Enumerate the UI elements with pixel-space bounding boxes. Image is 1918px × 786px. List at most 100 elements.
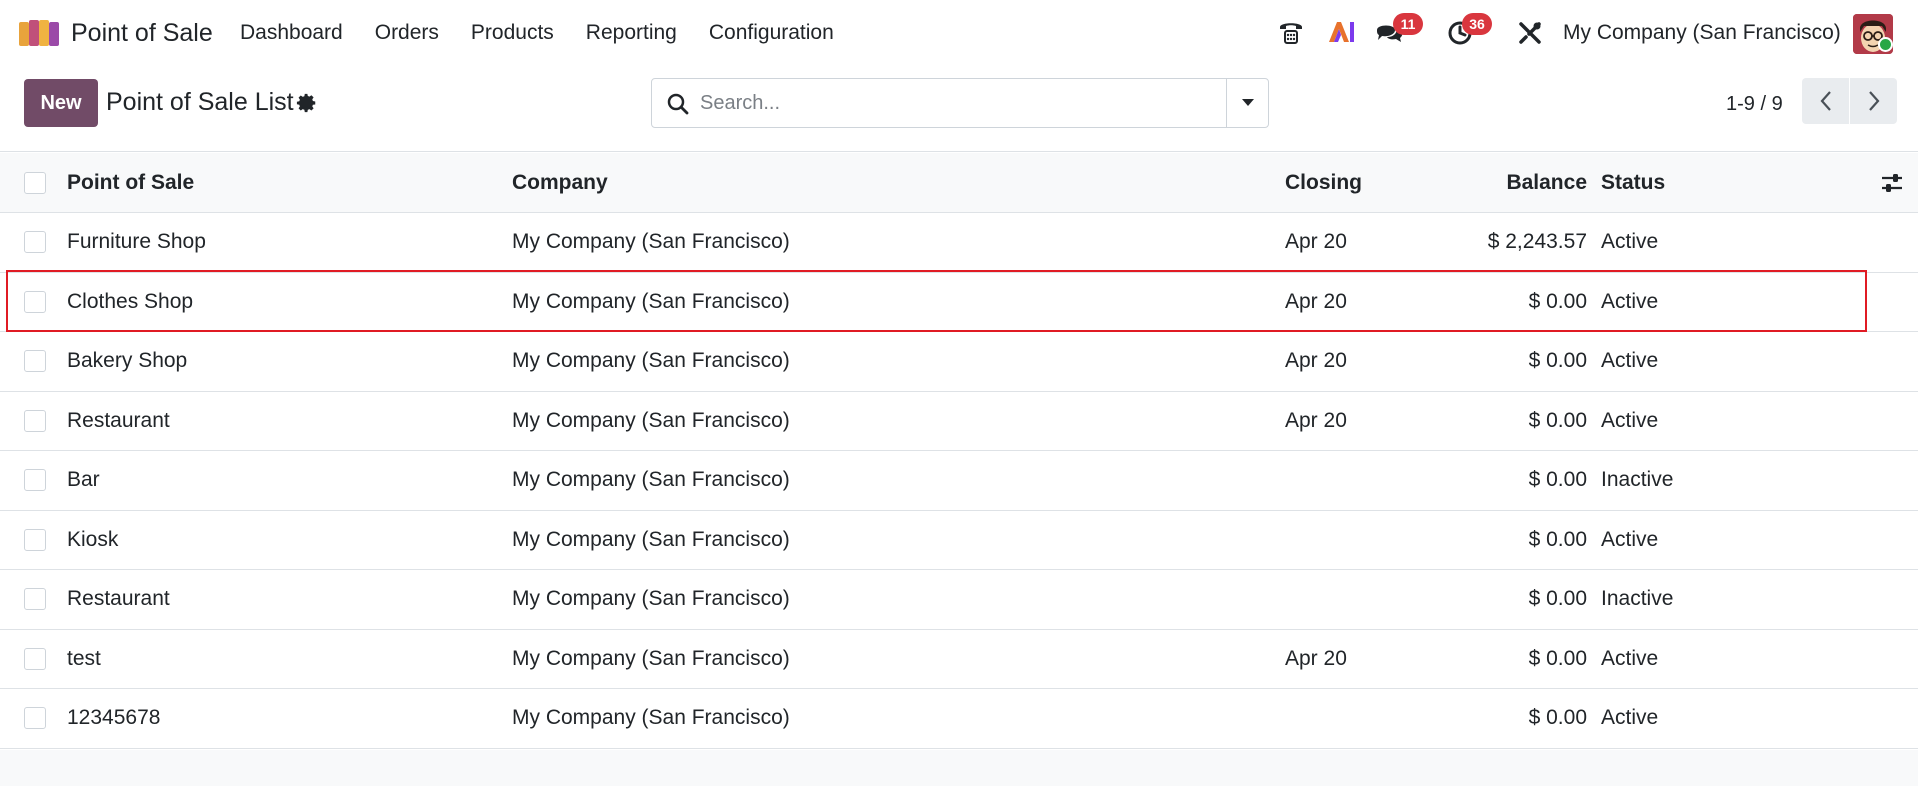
pager-previous-button[interactable] [1802,78,1849,124]
list-header: Point of Sale Company Closing Balance St… [0,153,1918,213]
activities-badge: 36 [1462,13,1492,35]
table-row[interactable]: Bar My Company (San Francisco) $ 0.00 In… [0,451,1918,511]
main-menu: Dashboard Orders Products Reporting Conf… [240,19,866,47]
pos-name: Furniture Shop [67,230,206,254]
select-all-cell [24,153,46,212]
row-checkbox[interactable] [24,647,46,670]
list-footer-area [0,750,1918,786]
row-checkbox-cell [24,689,46,748]
table-row[interactable]: Kiosk My Company (San Francisco) $ 0.00 … [0,510,1918,570]
pos-closing: Apr 20 [1285,349,1347,373]
pos-name: Restaurant [67,587,170,611]
chevron-left-icon [1820,91,1831,111]
menu-reporting[interactable]: Reporting [586,19,677,47]
row-checkbox-cell [24,332,46,391]
caret-down-icon [1242,99,1254,106]
row-checkbox-cell [24,273,46,332]
pos-status: Inactive [1601,587,1674,611]
row-checkbox[interactable] [24,588,46,611]
pos-name: Clothes Shop [67,289,194,313]
ai-icon[interactable] [1325,16,1357,48]
search-options-toggle[interactable] [1226,79,1269,127]
row-checkbox-cell [24,392,46,451]
pos-balance: $ 0.00 [1528,527,1587,551]
pos-balance: $ 0.00 [1528,706,1587,730]
column-header-closing[interactable]: Closing [1285,153,1362,212]
gear-icon[interactable] [296,92,318,114]
table-row[interactable]: Restaurant My Company (San Francisco) $ … [0,570,1918,630]
pos-status: Active [1601,706,1659,730]
row-checkbox[interactable] [24,528,46,551]
chevron-right-icon [1868,91,1879,111]
search-box [651,78,1269,128]
column-header-company[interactable]: Company [512,153,608,212]
pos-company: My Company (San Francisco) [512,468,790,492]
pos-company: My Company (San Francisco) [512,408,790,432]
pos-balance: $ 0.00 [1528,289,1587,313]
pos-company: My Company (San Francisco) [512,587,790,611]
pos-closing: Apr 20 [1285,230,1347,254]
pos-name: 12345678 [67,706,161,730]
row-checkbox-cell [24,570,46,629]
phone-icon[interactable] [1275,16,1307,48]
menu-dashboard[interactable]: Dashboard [240,19,343,47]
row-checkbox[interactable] [24,231,46,254]
row-checkbox-cell [24,630,46,689]
top-navbar: Point of Sale Dashboard Orders Products … [0,0,1918,66]
row-checkbox-cell [24,451,46,510]
column-header-status[interactable]: Status [1601,153,1665,212]
table-row[interactable]: Bakery Shop My Company (San Francisco) A… [0,332,1918,392]
pager-next-button[interactable] [1850,78,1897,124]
messages-badge: 11 [1393,13,1423,35]
table-row[interactable]: 12345678 My Company (San Francisco) $ 0.… [0,689,1918,749]
pos-balance: $ 0.00 [1528,468,1587,492]
pos-status: Active [1601,230,1659,254]
row-checkbox[interactable] [24,707,46,730]
row-checkbox[interactable] [24,350,46,373]
pos-name: test [67,646,101,670]
search-input[interactable] [700,87,1200,119]
table-row[interactable]: Restaurant My Company (San Francisco) Ap… [0,391,1918,451]
pos-app-logo-icon[interactable] [19,18,61,48]
optional-columns-icon[interactable] [1880,153,1906,212]
pos-list-table: Point of Sale Company Closing Balance St… [0,153,1918,749]
menu-configuration[interactable]: Configuration [709,19,834,47]
row-checkbox[interactable] [24,469,46,492]
menu-orders[interactable]: Orders [375,19,439,47]
pos-status: Active [1601,527,1659,551]
app-name[interactable]: Point of Sale [71,18,213,48]
pos-company: My Company (San Francisco) [512,289,790,313]
select-all-checkbox[interactable] [24,171,46,194]
table-row[interactable]: Furniture Shop My Company (San Francisco… [0,213,1918,273]
table-row[interactable]: test My Company (San Francisco) Apr 20 $… [0,629,1918,689]
page-title: Point of Sale List [106,88,294,116]
pos-company: My Company (San Francisco) [512,527,790,551]
pos-status: Inactive [1601,468,1674,492]
search-icon [667,93,689,115]
pos-balance: $ 2,243.57 [1487,230,1587,254]
column-header-point-of-sale[interactable]: Point of Sale [67,153,194,212]
debug-tools-icon[interactable] [1514,17,1546,49]
pos-closing: Apr 20 [1285,646,1347,670]
pos-name: Restaurant [67,408,170,432]
new-button[interactable]: New [24,79,98,127]
pos-company: My Company (San Francisco) [512,646,790,670]
pos-closing: Apr 20 [1285,289,1347,313]
row-checkbox[interactable] [24,290,46,313]
pos-balance: $ 0.00 [1528,408,1587,432]
pos-balance: $ 0.00 [1528,349,1587,373]
column-header-balance[interactable]: Balance [1506,153,1587,212]
pos-name: Kiosk [67,527,119,551]
pager-value[interactable]: 1-9 / 9 [1726,91,1783,117]
pos-status: Active [1601,349,1659,373]
table-row[interactable]: Clothes Shop My Company (San Francisco) … [0,272,1918,332]
row-checkbox-cell [24,511,46,570]
online-status-dot [1878,37,1893,52]
row-checkbox-cell [24,213,46,272]
pos-closing: Apr 20 [1285,408,1347,432]
pos-company: My Company (San Francisco) [512,230,790,254]
row-checkbox[interactable] [24,409,46,432]
pos-status: Active [1601,646,1659,670]
menu-products[interactable]: Products [471,19,554,47]
company-switcher[interactable]: My Company (San Francisco) [1563,18,1841,48]
